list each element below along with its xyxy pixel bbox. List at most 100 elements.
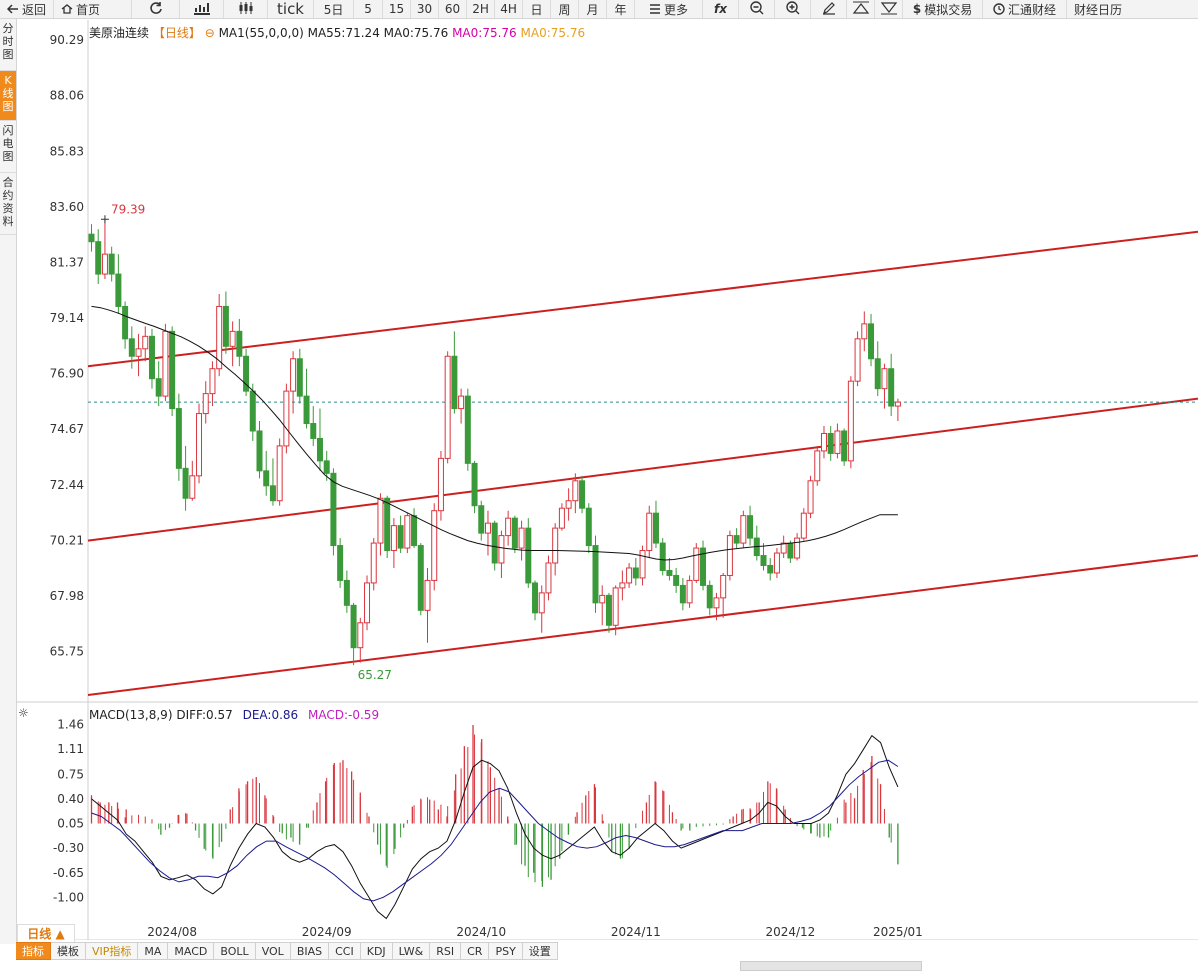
candle-body — [605, 594, 612, 626]
indicator-tab[interactable]: VOL — [255, 942, 291, 960]
candle-body — [538, 592, 545, 614]
candle-body — [747, 515, 754, 539]
candle-body — [451, 355, 458, 410]
candle-body — [155, 378, 162, 397]
indicator-tab[interactable]: KDJ — [360, 942, 393, 960]
candle-body — [679, 584, 686, 604]
y-tick-label: 81.37 — [50, 255, 84, 269]
indicator-tab[interactable]: CR — [461, 942, 490, 960]
candle-body — [303, 395, 310, 425]
candle-body — [350, 604, 357, 649]
candle-body — [357, 622, 364, 649]
candle-body — [780, 542, 787, 554]
candle-body — [169, 330, 176, 410]
settings-icon[interactable]: ⊖ — [205, 26, 215, 40]
candle-body — [868, 323, 875, 360]
candle-body — [337, 545, 344, 581]
indicator-tab[interactable]: MACD — [168, 942, 215, 960]
indicator-tab[interactable]: LW& — [392, 942, 431, 960]
candle-body — [626, 567, 633, 584]
candle-body — [599, 594, 606, 604]
x-tick-label: 2024/12 — [765, 925, 815, 939]
indicator-tab[interactable]: 设置 — [522, 942, 558, 960]
x-tick-label: 2024/09 — [302, 925, 352, 939]
symbol-name: 美原油连续 — [89, 26, 150, 40]
candle-body — [552, 527, 559, 564]
ma0-value: MA0:75.76 — [520, 26, 586, 40]
indicator-bar: 指标 模板 VIP指标 MA MACD BOLL VOL BIAS CCI KDJ LW& RSI CR… — [16, 942, 558, 960]
candle-body — [773, 552, 780, 574]
indicator-tab[interactable]: BOLL — [214, 942, 256, 960]
candle-body — [794, 537, 801, 559]
candle-body — [498, 535, 505, 564]
candle-body — [135, 348, 142, 357]
candle-body — [182, 467, 189, 499]
candle-body — [397, 525, 404, 549]
indicator-tab[interactable]: CCI — [329, 942, 361, 960]
candle-body — [478, 505, 485, 534]
candle-body — [847, 380, 854, 462]
macd-legend: MACD(13,8,9) DIFF:0.57 DEA:0.86 MACD:-0.… — [89, 708, 379, 722]
candle-body — [491, 522, 498, 564]
candle-body — [229, 330, 236, 347]
macd-diff: DIFF:0.57 — [176, 708, 233, 722]
candle-body — [585, 507, 592, 547]
candle-body — [713, 597, 720, 609]
indicator-tab[interactable]: VIP指标 — [86, 942, 139, 960]
candle-body — [619, 582, 626, 589]
indicator-tab[interactable]: 模板 — [51, 942, 86, 960]
candle-body — [88, 233, 95, 243]
price-chart[interactable]: 90.29 88.06 85.83 83.60 81.37 79.14 76.90 74.67… — [0, 0, 1198, 940]
y-tick-label: 85.83 — [50, 144, 84, 158]
candle-body — [565, 500, 572, 509]
candle-body — [370, 542, 377, 584]
candle-body — [558, 507, 565, 529]
y-tick-label: 74.67 — [50, 422, 84, 436]
indicator-tab[interactable]: BIAS — [290, 942, 330, 960]
macd-name: MACD(13,8,9) — [89, 708, 173, 722]
candle-body — [249, 390, 256, 432]
candle-body — [310, 423, 317, 439]
indicator-tab[interactable]: 指标 — [16, 942, 51, 960]
candle-body — [377, 497, 384, 544]
candle-body — [726, 535, 733, 576]
candle-body — [740, 515, 747, 544]
candle-body — [532, 582, 539, 614]
candle-body — [189, 475, 196, 499]
candle-body — [841, 430, 848, 462]
macd-y-tick-label: 0.40 — [57, 792, 84, 806]
ma1-label: MA1(55,0,0,0) — [218, 26, 304, 40]
ma55-value: MA55:71.24 — [307, 26, 380, 40]
candle-body — [444, 355, 451, 459]
candle-body — [720, 574, 727, 599]
period-selector[interactable]: 日线 ▲ — [17, 924, 75, 943]
y-tick-label: 65.75 — [50, 644, 84, 658]
candle-body — [343, 579, 350, 606]
candle-body — [639, 550, 646, 579]
indicator-tab[interactable]: PSY — [489, 942, 523, 960]
indicator-tab[interactable]: MA — [138, 942, 169, 960]
macd-y-tick-label: -0.30 — [53, 841, 84, 855]
candle-body — [101, 253, 108, 275]
macd-y-tick-label: -1.00 — [53, 890, 84, 904]
indicator-tab[interactable]: RSI — [430, 942, 462, 960]
candle-body — [834, 430, 841, 454]
candle-body — [431, 510, 438, 581]
candle-body — [256, 430, 263, 472]
y-tick-label: 83.60 — [50, 200, 84, 214]
candle-body — [646, 512, 653, 552]
candle-body — [236, 330, 243, 357]
candle-body — [706, 584, 713, 609]
macd-settings-icon[interactable]: ☼ — [18, 706, 29, 720]
candle-body — [861, 323, 868, 340]
macd-hist-value: MACD:-0.59 — [308, 708, 380, 722]
macd-y-tick-label: 1.11 — [57, 742, 84, 756]
low-price-label: 65.27 — [358, 668, 392, 682]
y-tick-label: 70.21 — [50, 533, 84, 547]
candle-body — [115, 273, 122, 307]
candle-body — [296, 358, 303, 397]
candle-body — [787, 542, 794, 559]
candle-body — [579, 480, 586, 509]
candle-body — [316, 437, 323, 462]
candle-body — [814, 450, 821, 482]
